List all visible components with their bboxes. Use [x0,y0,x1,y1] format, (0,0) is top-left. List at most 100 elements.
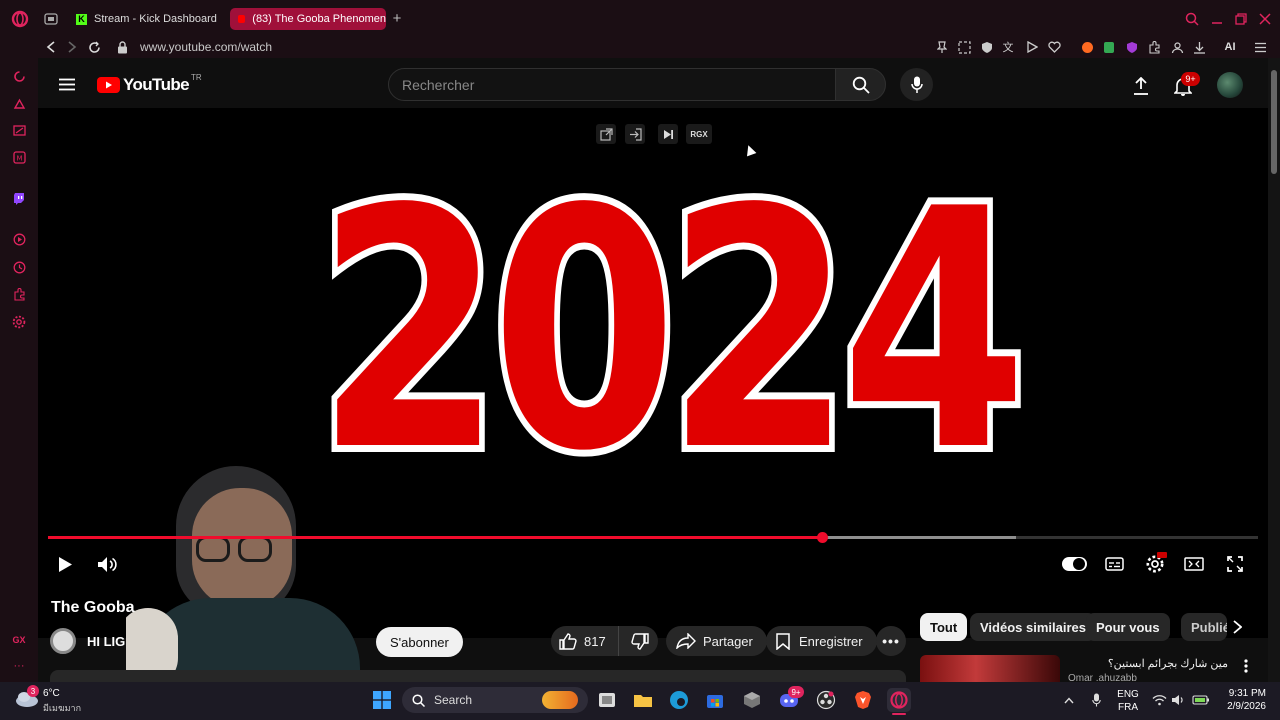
fullscreen-icon[interactable] [1224,553,1246,575]
tab-kick-dashboard[interactable]: K Stream - Kick Dashboard [68,8,224,30]
brave-icon[interactable] [851,688,875,712]
extensions-puzzle-icon[interactable] [1146,38,1162,56]
settings-gear-icon[interactable] [1143,552,1167,576]
speaker-icon[interactable] [1170,692,1186,708]
video-player[interactable]: RGX 2024 [38,108,1268,682]
search-tabs-icon[interactable] [1183,10,1201,28]
gx-corner-icon[interactable] [11,95,27,111]
minimize-icon[interactable] [1208,10,1226,28]
language-bottom[interactable]: FRA [1116,701,1140,713]
clock-date[interactable]: 2/9/2026 [1216,701,1266,712]
easy-setup-menu-icon[interactable] [1252,38,1268,56]
language-top[interactable]: ENG [1116,688,1140,700]
avatar[interactable] [1217,72,1243,98]
scrollbar-thumb[interactable] [1271,70,1277,174]
twitch-icon[interactable] [11,190,27,206]
search-button[interactable] [835,68,886,101]
opera-gx-taskbar-icon[interactable] [887,688,911,712]
save-button[interactable]: Enregistrer [766,626,877,656]
wifi-icon[interactable] [1151,692,1167,708]
chip-published[interactable]: Publié [1181,613,1227,641]
lock-icon[interactable] [114,39,130,55]
edge-icon[interactable] [667,688,691,712]
messenger-icon[interactable]: M [11,149,27,165]
purple-shield-extension-icon[interactable] [1124,38,1140,56]
task-view-icon[interactable] [595,688,619,712]
chip-all[interactable]: Tout [920,613,968,641]
share-button[interactable]: Partager [666,626,767,656]
chevron-up-icon[interactable] [1062,692,1076,708]
clock-time[interactable]: 9:31 PM [1216,688,1266,699]
autoplay-toggle[interactable] [1062,557,1087,571]
battery-icon[interactable] [1191,692,1211,708]
shield-icon[interactable] [979,38,995,56]
ai-button[interactable]: AI [1215,38,1245,56]
profile-icon[interactable] [1169,38,1185,56]
description-box[interactable] [50,670,906,682]
reload-icon[interactable] [86,38,102,56]
download-icon[interactable] [1191,38,1207,56]
url-field[interactable]: www.youtube.com/watch [140,39,272,55]
restore-icon[interactable] [1232,10,1250,28]
taskbar-search[interactable]: Search [402,687,588,713]
progress-scrubber[interactable] [817,532,829,543]
volume-icon[interactable] [96,553,118,575]
cube-app-icon[interactable] [740,688,764,712]
popout-video-icon[interactable] [596,124,616,144]
sidebar-more-icon[interactable]: ··· [11,660,27,672]
skip-next-icon[interactable] [658,124,678,144]
translate-icon[interactable]: 文 [1000,38,1016,56]
search-input[interactable]: Rechercher [388,68,836,101]
chip-related[interactable]: Vidéos similaires [970,613,1096,641]
extensions-sidebar-icon[interactable] [11,286,27,302]
more-actions-button[interactable]: ••• [876,626,906,656]
subscribe-button[interactable]: S'abonner [376,627,463,657]
subtitles-icon[interactable] [1103,553,1125,575]
back-icon[interactable] [43,38,59,56]
new-tab-plus-icon[interactable]: + [389,10,405,27]
forward-icon[interactable] [64,38,80,56]
gx-label[interactable]: GX [8,632,30,648]
channel-name[interactable]: HI LIG [87,634,125,649]
settings-sidebar-icon[interactable] [11,314,27,330]
chip-for-you[interactable]: Pour vous [1086,613,1170,641]
rgx-button[interactable]: RGX [686,124,712,144]
microphone-tray-icon[interactable] [1089,692,1103,708]
play-extension-icon[interactable] [1024,38,1040,56]
detach-video-icon[interactable] [625,124,645,144]
related-video-menu-icon[interactable] [1238,656,1254,676]
pin-icon[interactable] [934,38,950,56]
voice-search-button[interactable] [900,68,933,101]
history-icon[interactable] [11,259,27,275]
microsoft-store-icon[interactable] [703,688,727,712]
snapshot-icon[interactable] [956,38,972,56]
green-extension-icon[interactable] [1101,38,1117,56]
youtube-logo[interactable]: YouTube TR [97,73,202,96]
opera-logo-icon[interactable] [10,9,30,29]
orange-extension-icon[interactable] [1079,38,1095,56]
windows-start-icon[interactable] [370,688,394,712]
news-icon[interactable] [11,122,27,138]
tab-manager-icon[interactable] [42,10,60,28]
related-video-title[interactable]: مين شارك بجرائم ابستين؟ [1068,657,1228,670]
obs-icon[interactable] [814,688,838,712]
upload-icon[interactable] [1129,74,1153,98]
gx-control-icon[interactable] [11,68,27,84]
progress-bar[interactable] [48,532,1258,543]
related-video-channel[interactable]: Omar .ahuzabb [1068,673,1168,682]
theater-mode-icon[interactable] [1183,553,1205,575]
weather-description[interactable]: มีเมฆมาก [43,701,81,715]
weather-temperature[interactable]: 6°C [43,688,60,699]
hamburger-menu-icon[interactable] [56,73,78,95]
heart-icon[interactable] [1046,38,1062,56]
player-icon[interactable] [11,231,27,247]
related-video-thumbnail[interactable] [920,655,1060,682]
dislike-button[interactable] [621,626,658,656]
like-button[interactable]: 817 [551,626,619,656]
tab-youtube-video[interactable]: (83) The Gooba Phenomen [230,8,386,30]
play-icon[interactable] [54,553,76,575]
file-explorer-icon[interactable] [631,688,655,712]
page-scrollbar[interactable] [1268,58,1280,682]
channel-avatar[interactable] [50,628,76,654]
close-window-icon[interactable] [1256,10,1274,28]
